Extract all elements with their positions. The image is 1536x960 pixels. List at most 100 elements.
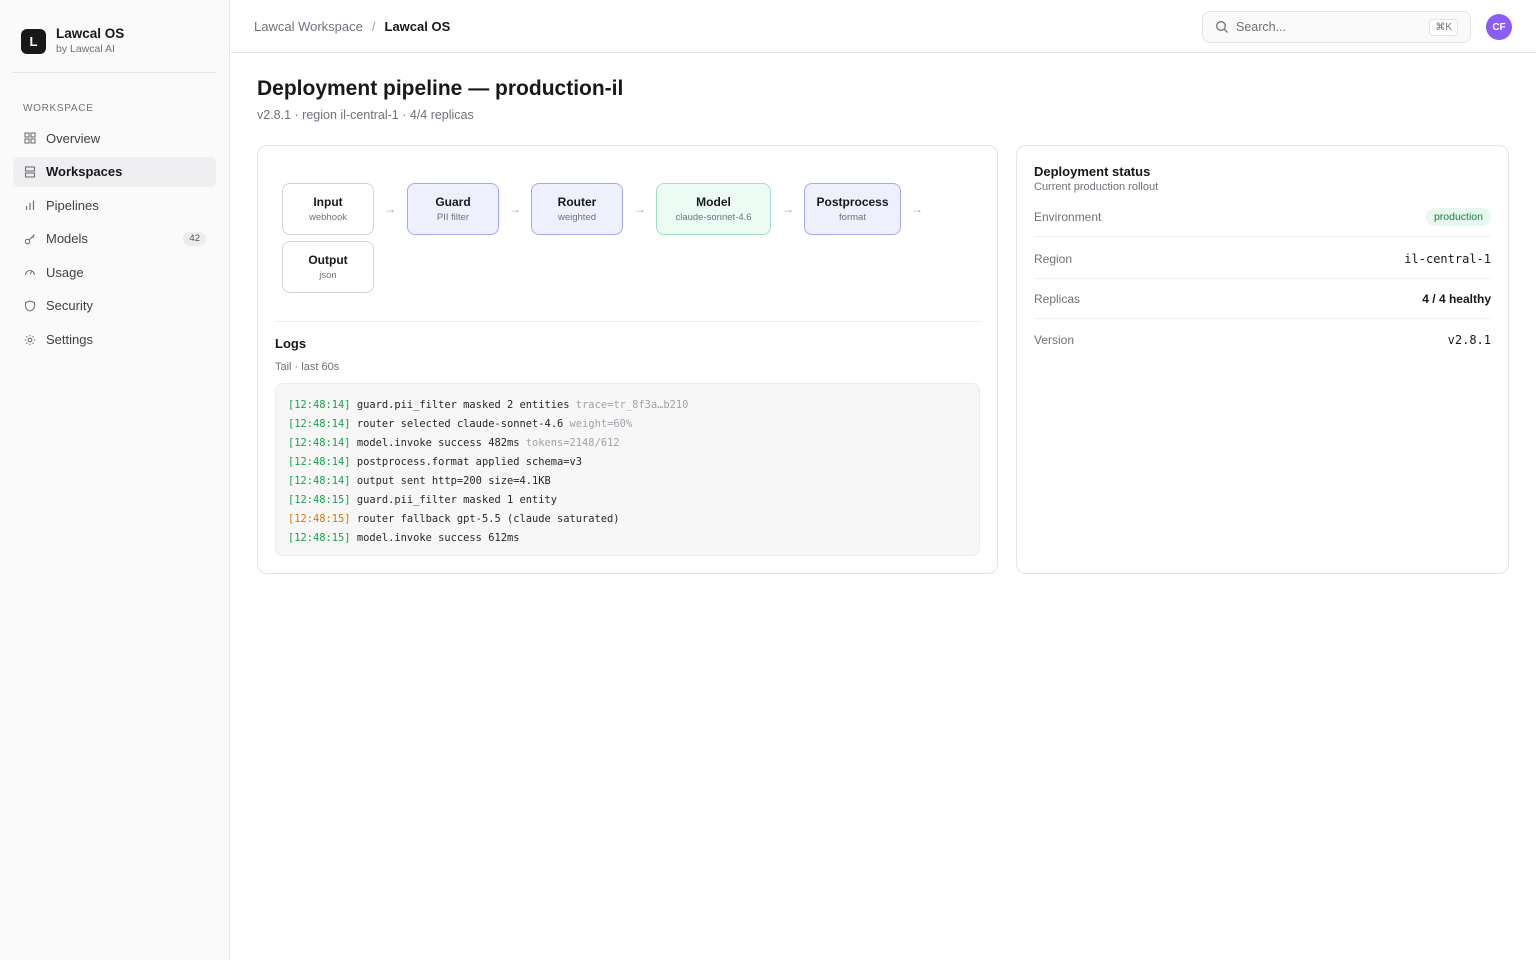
log-timestamp: [12:48:14]	[288, 437, 351, 449]
status-label: Version	[1034, 333, 1075, 347]
log-meta: tokens=2148/612	[525, 437, 620, 449]
arrow-icon: →	[782, 202, 794, 216]
sidebar-item-label: Security	[46, 298, 93, 314]
stack-icon	[23, 165, 36, 178]
sidebar-item-usage[interactable]: Usage	[13, 257, 216, 287]
log-message: guard.pii_filter masked 1 entity	[356, 494, 558, 506]
shield-icon	[23, 299, 36, 312]
status-row-environment: Environment production	[1034, 197, 1491, 237]
sidebar-item-overview[interactable]: Overview	[13, 123, 216, 153]
node-subtitle: PII filter	[436, 211, 470, 223]
log-message: output sent http=200 size=4.1KB	[356, 475, 551, 487]
logs-panel[interactable]: [12:48:14] guard.pii_filter masked 2 ent…	[275, 383, 980, 556]
arrow-icon: →	[384, 202, 396, 216]
sidebar-section-label: WORKSPACE	[23, 103, 94, 114]
sidebar-item-label: Models	[46, 231, 88, 247]
sidebar-item-workspaces[interactable]: Workspaces	[13, 156, 216, 187]
log-timestamp: [12:48:14]	[288, 456, 351, 468]
log-line: [12:48:14] guard.pii_filter masked 2 ent…	[288, 396, 967, 415]
brand-subtitle: by Lawcal AI	[56, 43, 115, 55]
log-message: model.invoke success 482ms	[356, 437, 520, 449]
gear-icon	[23, 333, 36, 346]
log-line: [12:48:15] guard.pii_filter masked 1 ent…	[288, 491, 967, 510]
pipeline-node-output[interactable]: Output json	[282, 241, 374, 293]
node-subtitle: weighted	[557, 211, 597, 223]
sidebar-item-models[interactable]: Models 42	[13, 224, 216, 254]
sidebar-item-settings[interactable]: Settings	[13, 325, 216, 355]
logs-subtitle: Tail · last 60s	[275, 361, 340, 373]
sidebar: L Lawcal OS by Lawcal AI WORKSPACE Overv…	[0, 0, 230, 960]
status-row-replicas: Replicas 4 / 4 healthy	[1034, 279, 1491, 319]
status-label: Replicas	[1034, 291, 1081, 306]
sidebar-item-security[interactable]: Security	[13, 291, 216, 321]
status-title: Deployment status	[1034, 164, 1151, 179]
sidebar-divider	[13, 72, 216, 73]
breadcrumb-workspace[interactable]: Lawcal Workspace	[254, 19, 363, 34]
log-line-warning: [12:48:15] router fallback gpt-5.5 (clau…	[288, 510, 967, 529]
replicas-value: 4 / 4 healthy	[1422, 291, 1491, 306]
pipeline-node-postprocess[interactable]: Postprocess format	[804, 183, 901, 235]
node-title: Guard	[435, 194, 471, 209]
page-title: Deployment pipeline — production-il	[257, 77, 624, 100]
status-label: Region	[1034, 251, 1073, 266]
log-message: model.invoke success 612ms	[356, 532, 520, 544]
deployment-status-card: Deployment status Current production rol…	[1016, 145, 1509, 574]
status-row-region: Region il-central-1	[1034, 239, 1491, 279]
log-timestamp: [12:48:14]	[288, 399, 351, 411]
breadcrumb-current: Lawcal OS	[384, 19, 451, 34]
version-value: v2.8.1	[1447, 333, 1491, 347]
node-title: Postprocess	[816, 194, 889, 209]
environment-badge: production	[1425, 207, 1491, 226]
top-header: Lawcal Workspace / Lawcal OS Search... ⌘…	[231, 0, 1536, 53]
log-message: guard.pii_filter masked 2 entities	[356, 399, 570, 411]
log-line: [12:48:14] model.invoke success 482ms to…	[288, 434, 967, 453]
user-avatar[interactable]: CF	[1486, 14, 1512, 40]
pipeline-node-input[interactable]: Input webhook	[282, 183, 374, 235]
pipeline-node-model[interactable]: Model claude-sonnet-4.6	[656, 183, 771, 235]
node-title: Output	[308, 252, 348, 267]
page-subtitle: v2.8.1 · region il-central-1 · 4/4 repli…	[257, 108, 474, 122]
status-row-version: Version v2.8.1	[1034, 320, 1491, 360]
arrow-icon: →	[509, 202, 521, 216]
log-timestamp: [12:48:14]	[288, 418, 351, 430]
pipeline-node-router[interactable]: Router weighted	[531, 183, 623, 235]
status-subtitle: Current production rollout	[1034, 181, 1159, 193]
sidebar-item-label: Settings	[46, 332, 93, 348]
brand[interactable]: L Lawcal OS by Lawcal AI	[21, 26, 124, 56]
node-subtitle: json	[319, 269, 337, 281]
sidebar-item-label: Workspaces	[46, 164, 123, 180]
region-value: il-central-1	[1404, 251, 1491, 266]
log-message: postprocess.format applied schema=v3	[356, 456, 583, 468]
arrow-icon: →	[911, 202, 923, 216]
log-line: [12:48:14] router selected claude-sonnet…	[288, 415, 967, 434]
log-line: [12:48:14] output sent http=200 size=4.1…	[288, 472, 967, 491]
log-timestamp: [12:48:15]	[288, 513, 351, 525]
node-subtitle: webhook	[308, 211, 348, 223]
sidebar-nav: Overview Workspaces Pipelines Models 42	[13, 123, 216, 358]
grid-icon	[23, 132, 36, 145]
node-subtitle: format	[839, 211, 866, 223]
logs-title: Logs	[275, 336, 307, 351]
node-title: Router	[557, 194, 597, 209]
log-line: [12:48:14] postprocess.format applied sc…	[288, 453, 967, 472]
search-input[interactable]: Search... ⌘K	[1202, 11, 1471, 43]
sidebar-item-label: Pipelines	[46, 197, 99, 213]
sidebar-item-label: Overview	[46, 130, 101, 146]
brand-logo: L	[21, 28, 46, 54]
pipeline-node-guard[interactable]: Guard PII filter	[407, 183, 499, 235]
search-placeholder: Search...	[1236, 20, 1287, 34]
search-icon	[1215, 20, 1229, 34]
log-meta: weight=60%	[569, 418, 633, 430]
node-title: Input	[313, 194, 343, 209]
search-shortcut-hint: ⌘K	[1429, 19, 1458, 36]
sidebar-item-pipelines[interactable]: Pipelines	[13, 190, 216, 220]
breadcrumb: Lawcal Workspace / Lawcal OS	[254, 19, 450, 34]
log-message: router fallback gpt-5.5 (claude saturate…	[356, 513, 620, 525]
models-count-badge: 42	[183, 231, 206, 246]
sidebar-item-label: Usage	[46, 264, 84, 280]
gauge-icon	[23, 266, 36, 279]
log-timestamp: [12:48:15]	[288, 494, 351, 506]
log-timestamp: [12:48:14]	[288, 475, 351, 487]
key-icon	[23, 232, 36, 245]
breadcrumb-separator: /	[371, 19, 376, 34]
